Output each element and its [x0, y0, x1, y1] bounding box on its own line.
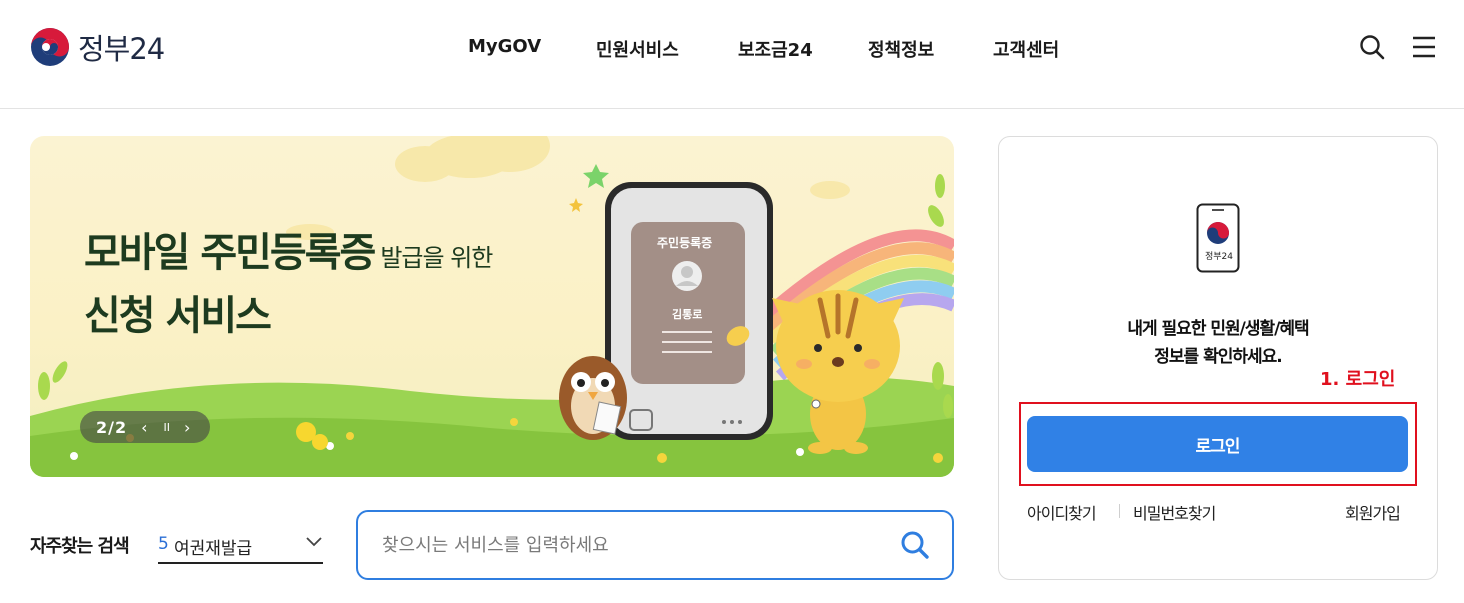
banner-title: 모바일 주민등록증 발급을 위한 신청 서비스	[84, 224, 493, 345]
login-message: 내게 필요한 민원/생활/혜택 정보를 확인하세요.	[999, 315, 1437, 371]
login-message-line1: 내게 필요한 민원/생활/혜택	[1127, 319, 1309, 339]
annotation-step-label: 1. 로그인	[1320, 369, 1396, 390]
nav-customer-center[interactable]: 고객센터	[993, 36, 1059, 62]
mobile-gov24-icon	[1196, 203, 1240, 273]
chevron-down-icon	[306, 537, 322, 547]
login-button[interactable]: 로그인	[1027, 416, 1408, 472]
nav-civil-service[interactable]: 민원서비스	[596, 36, 679, 62]
frequent-search-label: 자주찾는 검색	[30, 536, 130, 557]
pager-count: 2/2	[96, 417, 128, 437]
search-box	[356, 510, 954, 580]
find-id-link[interactable]: 아이디찾기	[1027, 500, 1097, 524]
link-divider	[1119, 504, 1120, 518]
frequent-search-rank: 5	[158, 534, 169, 554]
banner-title-line1: 모바일 주민등록증	[84, 230, 376, 276]
banner-pager: 2/2 ‹ II ›	[80, 411, 210, 443]
nav-mygov[interactable]: MyGOV	[468, 36, 541, 57]
search-button-icon[interactable]	[900, 530, 930, 560]
search-input[interactable]	[380, 528, 864, 562]
frequent-search-dropdown[interactable]: 5 여권재발급	[158, 526, 323, 564]
logo-text: 정부24	[78, 32, 165, 66]
pager-prev-button[interactable]: ‹	[141, 418, 147, 437]
banner-title-line2: 신청 서비스	[84, 293, 272, 339]
id-card-title: 주민등록증	[657, 236, 713, 250]
search-icon[interactable]	[1359, 34, 1385, 60]
id-card-name: 김통로	[672, 308, 703, 321]
logo[interactable]: 정부24	[30, 25, 165, 69]
pager-pause-button[interactable]: II	[164, 421, 171, 434]
main-banner[interactable]: 모바일 주민등록증 발급을 위한 신청 서비스 주민등록증 김통로 2/2 ‹ I…	[30, 136, 954, 477]
pager-next-button[interactable]: ›	[184, 418, 190, 437]
banner-title-line1-small: 발급을 위한	[380, 244, 493, 272]
nav-subsidy24[interactable]: 보조금24	[738, 36, 813, 62]
taegeuk-emblem-icon	[31, 28, 69, 66]
hamburger-menu-icon[interactable]	[1411, 34, 1437, 60]
mobile-gov24-icon-text: 정부24	[1205, 252, 1234, 262]
signup-link[interactable]: 회원가입	[1345, 500, 1401, 524]
frequent-search-keyword: 여권재발급	[174, 539, 253, 559]
find-password-link[interactable]: 비밀번호찾기	[1133, 500, 1216, 524]
nav-policy-info[interactable]: 정책정보	[868, 36, 934, 62]
header: 정부24 MyGOV 민원서비스 보조금24 정책정보 고객센터	[0, 0, 1464, 109]
